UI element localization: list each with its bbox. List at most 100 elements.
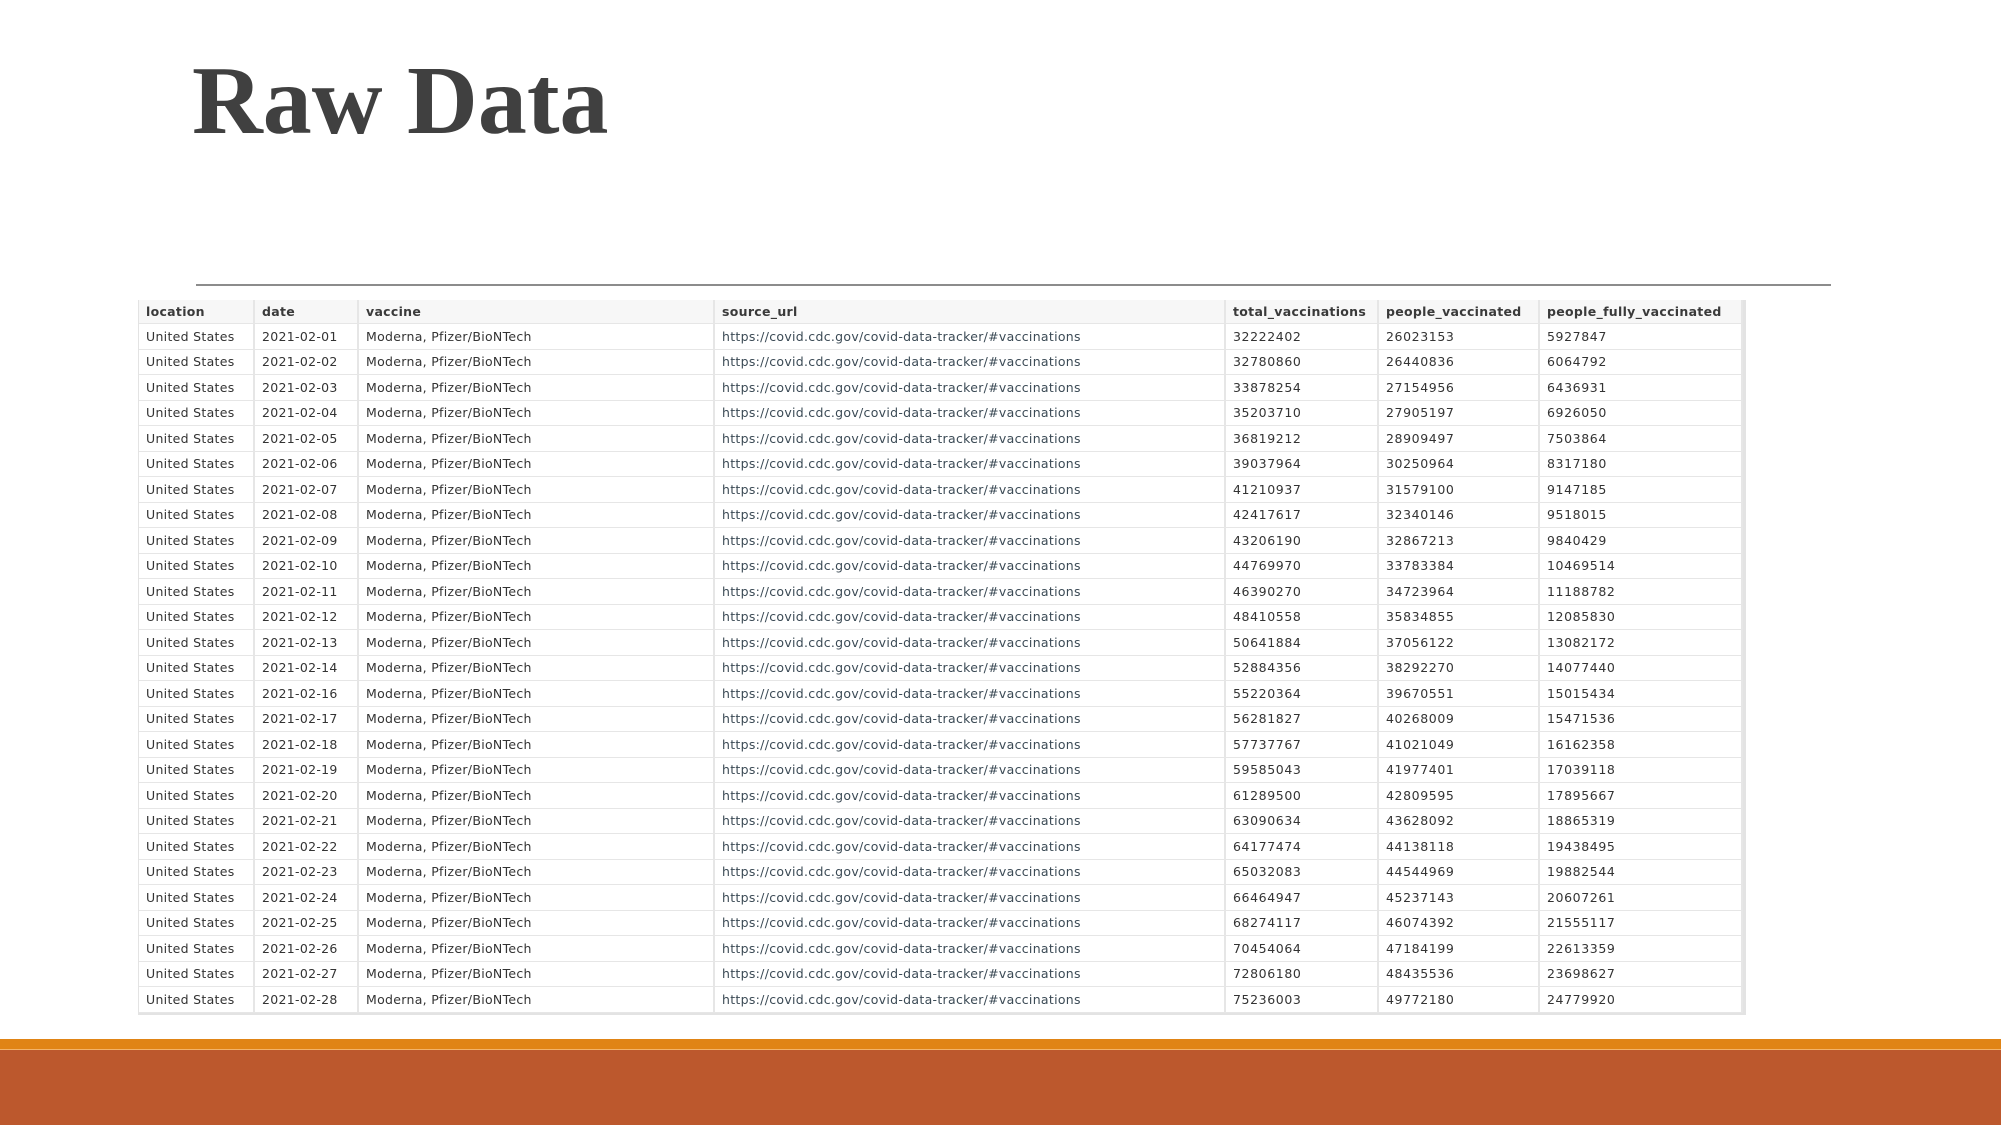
cell-people-fully-vaccinated: 7503864 — [1539, 425, 1743, 452]
cell-total-vaccinations: 48410558 — [1225, 604, 1379, 630]
cell-people-fully-vaccinated: 22613359 — [1539, 935, 1743, 962]
cell-total-vaccinations: 33878254 — [1225, 374, 1379, 401]
cell-source-url: https://covid.cdc.gov/covid-data-tracker… — [714, 731, 1226, 758]
cell-date: 2021-02-10 — [254, 553, 359, 579]
cell-source-url: https://covid.cdc.gov/covid-data-tracker… — [714, 961, 1226, 987]
table-row: United States 2021-02-01 Moderna, Pfizer/B… — [139, 323, 1743, 350]
cell-date: 2021-02-20 — [254, 782, 359, 809]
cell-people-vaccinated: 38292270 — [1378, 655, 1540, 681]
cell-total-vaccinations: 65032083 — [1225, 859, 1379, 885]
cell-location: United States — [139, 578, 255, 605]
cell-people-vaccinated: 33783384 — [1378, 553, 1540, 579]
cell-location: United States — [139, 400, 255, 426]
cell-date: 2021-02-26 — [254, 935, 359, 962]
cell-source-url: https://covid.cdc.gov/covid-data-tracker… — [714, 680, 1226, 707]
cell-vaccine: Moderna, Pfizer/BioNTech — [358, 425, 715, 452]
cell-people-vaccinated: 43628092 — [1378, 808, 1540, 834]
table-row: United States 2021-02-12 Moderna, Pfizer/B… — [139, 604, 1743, 630]
table-row: United States 2021-02-05 Moderna, Pfizer/B… — [139, 425, 1743, 452]
cell-source-url: https://covid.cdc.gov/covid-data-tracker… — [714, 706, 1226, 732]
cell-people-fully-vaccinated: 9840429 — [1539, 527, 1743, 554]
cell-date: 2021-02-08 — [254, 502, 359, 528]
cell-source-url: https://covid.cdc.gov/covid-data-tracker… — [714, 502, 1226, 528]
cell-people-fully-vaccinated: 5927847 — [1539, 323, 1743, 350]
cell-total-vaccinations: 41210937 — [1225, 476, 1379, 503]
cell-people-fully-vaccinated: 9147185 — [1539, 476, 1743, 503]
cell-source-url: https://covid.cdc.gov/covid-data-tracker… — [714, 604, 1226, 630]
cell-people-fully-vaccinated: 13082172 — [1539, 629, 1743, 656]
table-row: United States 2021-02-27 Moderna, Pfizer/B… — [139, 961, 1743, 987]
cell-total-vaccinations: 50641884 — [1225, 629, 1379, 656]
cell-source-url: https://covid.cdc.gov/covid-data-tracker… — [714, 884, 1226, 911]
table-row: United States 2021-02-17 Moderna, Pfizer/B… — [139, 706, 1743, 732]
cell-people-fully-vaccinated: 23698627 — [1539, 961, 1743, 987]
cell-vaccine: Moderna, Pfizer/BioNTech — [358, 935, 715, 962]
cell-vaccine: Moderna, Pfizer/BioNTech — [358, 655, 715, 681]
cell-people-vaccinated: 26440836 — [1378, 349, 1540, 375]
table-row: United States 2021-02-28 Moderna, Pfizer/B… — [139, 986, 1743, 1013]
cell-date: 2021-02-04 — [254, 400, 359, 426]
cell-people-vaccinated: 45237143 — [1378, 884, 1540, 911]
cell-total-vaccinations: 68274117 — [1225, 910, 1379, 936]
cell-source-url: https://covid.cdc.gov/covid-data-tracker… — [714, 986, 1226, 1013]
cell-vaccine: Moderna, Pfizer/BioNTech — [358, 808, 715, 834]
table-row: United States 2021-02-07 Moderna, Pfizer/B… — [139, 476, 1743, 503]
cell-people-vaccinated: 40268009 — [1378, 706, 1540, 732]
cell-vaccine: Moderna, Pfizer/BioNTech — [358, 476, 715, 503]
cell-people-vaccinated: 46074392 — [1378, 910, 1540, 936]
cell-date: 2021-02-12 — [254, 604, 359, 630]
cell-date: 2021-02-01 — [254, 323, 359, 350]
cell-people-vaccinated: 49772180 — [1378, 986, 1540, 1013]
cell-people-fully-vaccinated: 6926050 — [1539, 400, 1743, 426]
cell-people-fully-vaccinated: 19438495 — [1539, 833, 1743, 860]
cell-people-vaccinated: 35834855 — [1378, 604, 1540, 630]
cell-date: 2021-02-22 — [254, 833, 359, 860]
column-header-source-url: source_url — [714, 300, 1226, 324]
cell-source-url: https://covid.cdc.gov/covid-data-tracker… — [714, 425, 1226, 452]
cell-location: United States — [139, 604, 255, 630]
cell-people-fully-vaccinated: 19882544 — [1539, 859, 1743, 885]
cell-location: United States — [139, 859, 255, 885]
cell-location: United States — [139, 680, 255, 707]
cell-total-vaccinations: 32222402 — [1225, 323, 1379, 350]
column-header-people-vaccinated: people_vaccinated — [1378, 300, 1540, 324]
table-row: United States 2021-02-24 Moderna, Pfizer/B… — [139, 884, 1743, 911]
cell-people-vaccinated: 41977401 — [1378, 757, 1540, 783]
table-row: United States 2021-02-11 Moderna, Pfizer/B… — [139, 578, 1743, 605]
cell-people-vaccinated: 31579100 — [1378, 476, 1540, 503]
cell-vaccine: Moderna, Pfizer/BioNTech — [358, 451, 715, 477]
cell-source-url: https://covid.cdc.gov/covid-data-tracker… — [714, 833, 1226, 860]
cell-date: 2021-02-07 — [254, 476, 359, 503]
cell-people-fully-vaccinated: 10469514 — [1539, 553, 1743, 579]
cell-people-vaccinated: 32340146 — [1378, 502, 1540, 528]
cell-people-vaccinated: 48435536 — [1378, 961, 1540, 987]
cell-total-vaccinations: 75236003 — [1225, 986, 1379, 1013]
cell-vaccine: Moderna, Pfizer/BioNTech — [358, 731, 715, 758]
cell-source-url: https://covid.cdc.gov/covid-data-tracker… — [714, 629, 1226, 656]
cell-total-vaccinations: 43206190 — [1225, 527, 1379, 554]
table-header-row: location date vaccine source_url total_v… — [139, 300, 1743, 324]
column-header-total-vaccinations: total_vaccinations — [1225, 300, 1379, 324]
cell-date: 2021-02-16 — [254, 680, 359, 707]
cell-vaccine: Moderna, Pfizer/BioNTech — [358, 884, 715, 911]
cell-location: United States — [139, 884, 255, 911]
cell-total-vaccinations: 63090634 — [1225, 808, 1379, 834]
cell-date: 2021-02-06 — [254, 451, 359, 477]
cell-location: United States — [139, 782, 255, 809]
cell-location: United States — [139, 553, 255, 579]
table-row: United States 2021-02-10 Moderna, Pfizer/B… — [139, 553, 1743, 579]
cell-location: United States — [139, 349, 255, 375]
cell-total-vaccinations: 55220364 — [1225, 680, 1379, 707]
cell-people-vaccinated: 32867213 — [1378, 527, 1540, 554]
table-row: United States 2021-02-18 Moderna, Pfizer/B… — [139, 731, 1743, 758]
cell-vaccine: Moderna, Pfizer/BioNTech — [358, 502, 715, 528]
cell-location: United States — [139, 629, 255, 656]
table-body: United States 2021-02-01 Moderna, Pfizer/B… — [139, 323, 1743, 1013]
table-row: United States 2021-02-09 Moderna, Pfizer/B… — [139, 527, 1743, 554]
cell-location: United States — [139, 323, 255, 350]
table-row: United States 2021-02-02 Moderna, Pfizer/B… — [139, 349, 1743, 375]
cell-location: United States — [139, 425, 255, 452]
cell-total-vaccinations: 35203710 — [1225, 400, 1379, 426]
cell-vaccine: Moderna, Pfizer/BioNTech — [358, 374, 715, 401]
table-row: United States 2021-02-23 Moderna, Pfizer/B… — [139, 859, 1743, 885]
